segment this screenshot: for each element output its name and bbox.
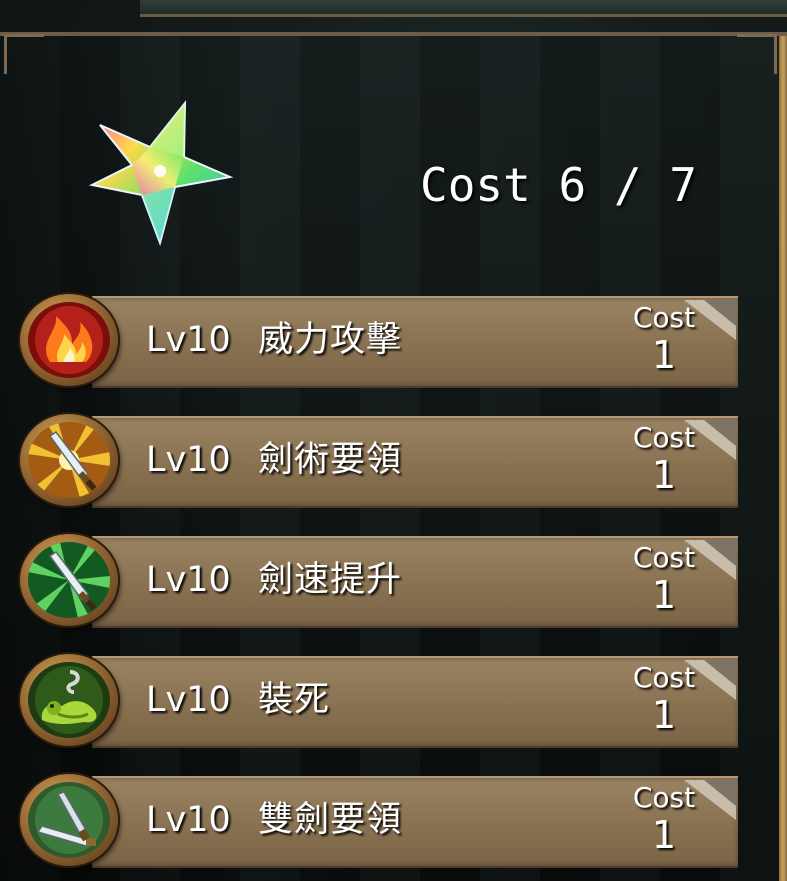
sword-burst-icon [28, 422, 110, 498]
skill-cost-label: Cost [632, 661, 696, 694]
skill-cost-label: Cost [632, 421, 696, 454]
skill-name: 雙劍要領 [258, 800, 403, 840]
skill-row[interactable]: Lv10 威力攻擊 Cost 1 [20, 294, 742, 388]
skill-row[interactable]: Lv10 裝死 Cost 1 [20, 654, 742, 748]
skill-row[interactable]: Lv10 雙劍要領 Cost 1 [20, 774, 742, 868]
skill-cost-label: Cost [632, 541, 696, 574]
skill-icon-frame [20, 414, 118, 506]
skill-name: 威力攻擊 [258, 320, 403, 360]
corner-ornament-top-left [4, 34, 44, 74]
skill-cost-value: 1 [651, 693, 677, 737]
skill-level: Lv10 [146, 680, 231, 720]
skill-cost-value: 1 [651, 333, 677, 377]
dual-sword-icon [28, 782, 110, 858]
skill-level: Lv10 [146, 560, 231, 600]
skill-row[interactable]: Lv10 劍術要領 Cost 1 [20, 414, 742, 508]
rainbow-star-crystal-icon [80, 95, 240, 255]
skill-cost-label: Cost [632, 301, 696, 334]
skill-level: Lv10 [146, 440, 231, 480]
total-cost-display: Cost 6 / 7 [420, 158, 697, 212]
fire-icon [28, 302, 110, 378]
skill-icon-frame [20, 774, 118, 866]
skill-cost-value: 1 [651, 453, 677, 497]
top-frame-strip [140, 0, 787, 17]
skill-name: 劍術要領 [258, 440, 403, 480]
skill-level: Lv10 [146, 320, 231, 360]
corner-ornament-top-right [737, 34, 777, 74]
skill-cost-value: 1 [651, 813, 677, 857]
sword-speed-icon [28, 542, 110, 618]
skill-level: Lv10 [146, 800, 231, 840]
play-dead-icon [28, 662, 110, 738]
skill-row[interactable]: Lv10 劍速提升 Cost 1 [20, 534, 742, 628]
skill-name: 裝死 [258, 680, 331, 720]
skill-icon-frame [20, 294, 118, 386]
skill-icon-frame [20, 534, 118, 626]
skill-cost-value: 1 [651, 573, 677, 617]
skill-cost-label: Cost [632, 781, 696, 814]
panel-right-border [779, 36, 787, 881]
skill-icon-frame [20, 654, 118, 746]
skill-name: 劍速提升 [258, 560, 403, 600]
